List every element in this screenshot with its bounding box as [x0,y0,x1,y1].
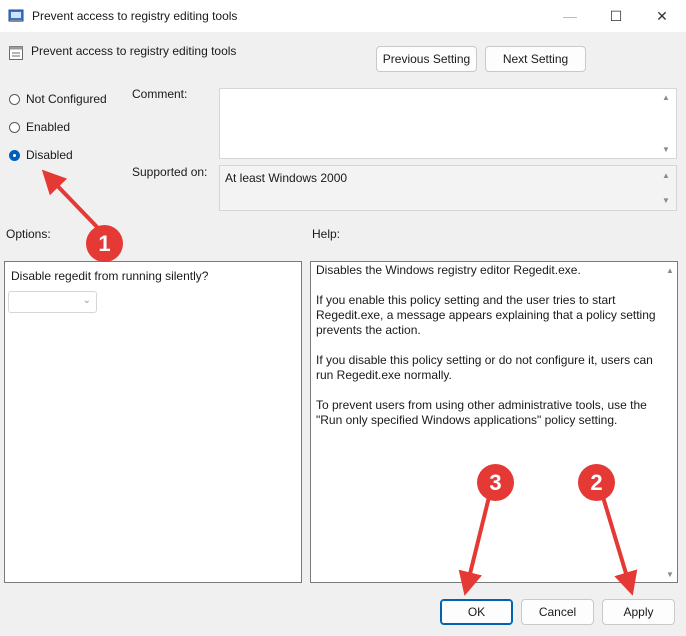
annotation-arrows [41,169,638,596]
arrow-to-apply [601,496,638,596]
arrow-to-disabled [41,169,100,230]
annotation-badge-2: 2 [578,464,615,501]
arrow-to-ok [458,496,491,596]
annotation-badge-1: 1 [86,225,123,262]
annotation-badge-3: 3 [477,464,514,501]
